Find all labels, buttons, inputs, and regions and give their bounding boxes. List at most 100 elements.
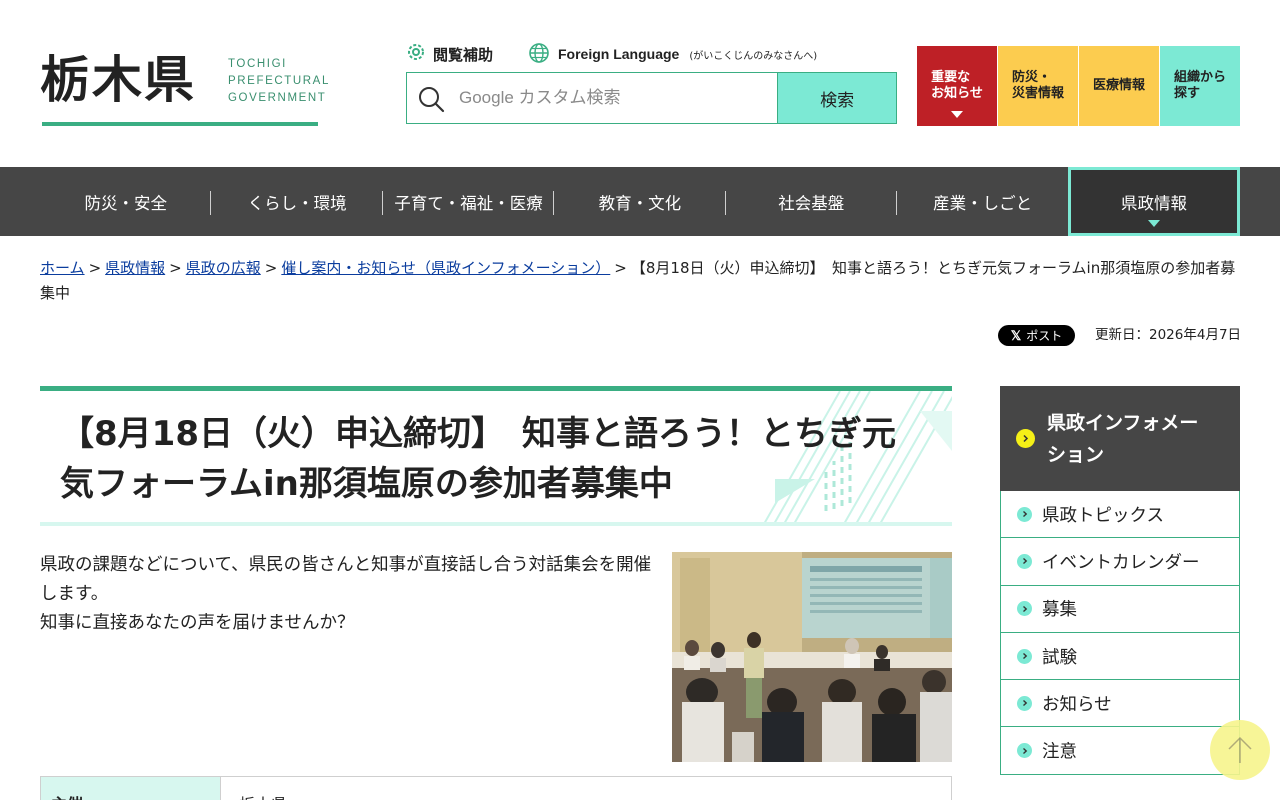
global-nav-list: 防災・安全 くらし・環境 子育て・福祉・医療 教育・文化 社会基盤 産業・しごと… (40, 167, 1240, 236)
logo-underline (42, 122, 318, 126)
search-input[interactable] (407, 73, 778, 123)
intro-paragraph-1: 県政の課題などについて、県民の皆さんと知事が直接話し合う対話集会を開催します。 (40, 555, 652, 604)
quick-link-label: 重要な お知らせ (931, 70, 983, 102)
quick-link-line1: 組織から (1173, 70, 1226, 85)
nav-item-childcare-welfare[interactable]: 子育て・福祉・医療 (383, 167, 555, 236)
side-nav-item-warnings[interactable]: 注意 (1000, 727, 1240, 775)
search-box (407, 73, 778, 123)
nav-item-disaster-safety[interactable]: 防災・安全 (40, 167, 212, 236)
gear-icon (405, 41, 427, 67)
page-title-block: 【8月18日（火）申込締切】 知事と語ろう！とちぎ元気フォーラムin那須塩原の参… (40, 386, 952, 526)
quick-link-line2: お知らせ (931, 86, 983, 101)
breadcrumb-separator: > (169, 259, 182, 277)
quick-link-line1: 防災・ (1011, 70, 1051, 85)
search-button[interactable]: 検索 (777, 73, 896, 123)
x-logo-icon: 𝕏 (1010, 327, 1022, 343)
accessibility-link[interactable]: 閲覧補助 (405, 42, 493, 66)
quick-links: 重要な お知らせ 防災・ 災害情報 医療情報 組織から 探す (917, 46, 1240, 126)
side-nav-item-label: 注意 (1042, 742, 1077, 763)
info-table: 主催 栃木県 (40, 776, 952, 800)
nav-item-label: 社会基盤 (778, 193, 845, 213)
forum-photo-image (672, 552, 952, 762)
side-nav-item-label: 募集 (1042, 600, 1077, 621)
intro-text: 県政の課題などについて、県民の皆さんと知事が直接話し合う対話集会を開催します。 … (40, 551, 660, 638)
quick-link-line1: 重要な (931, 70, 971, 85)
back-to-top-button[interactable] (1210, 720, 1270, 780)
side-nav-item-recruitment[interactable]: 募集 (1000, 585, 1240, 633)
nav-item-label: 子育て・福祉・医療 (394, 193, 543, 213)
title-bottom-rule (40, 522, 952, 526)
updated-date: 更新日：2026年4月7日 (1095, 327, 1242, 343)
logo-en-line3: GOVERNMENT (228, 92, 327, 104)
x-post-label: ポスト (1026, 329, 1063, 343)
quick-link-by-organization[interactable]: 組織から 探す (1160, 46, 1240, 126)
chevron-right-icon (1017, 648, 1032, 664)
quick-link-label: 組織から 探す (1174, 70, 1226, 102)
chevron-right-icon (1017, 553, 1032, 569)
nav-item-label: 防災・安全 (84, 193, 167, 213)
side-nav-item-topics[interactable]: 県政トピックス (1000, 491, 1240, 539)
site-logo[interactable]: 栃木県 TOCHIGI PREFECTURAL GOVERNMENT (40, 50, 328, 128)
chevron-down-icon (951, 111, 963, 118)
side-nav-header[interactable]: 県政インフォメーション (1000, 386, 1240, 491)
x-post-button[interactable]: 𝕏 ポスト (998, 325, 1075, 346)
page-title: 【8月18日（火）申込締切】 知事と語ろう！とちぎ元気フォーラムin那須塩原の参… (60, 414, 896, 504)
nav-item-prefectural-info[interactable]: 県政情報 (1068, 167, 1240, 236)
breadcrumb-link-public-relations[interactable]: 県政の広報 (186, 259, 261, 277)
intro-paragraph-2: 知事に直接あなたの声を届けませんか？ (40, 613, 355, 633)
logo-kanji: 栃木県 (40, 50, 196, 109)
breadcrumb-link-events-notices[interactable]: 催し案内・お知らせ（県政インフォメーション） (281, 259, 610, 277)
foreign-language-label: Foreign Language (558, 46, 680, 62)
side-nav-item-event-calendar[interactable]: イベントカレンダー (1000, 538, 1240, 586)
logo-en-line1: TOCHIGI (228, 58, 287, 70)
side-nav-title: 県政インフォメーション (1047, 411, 1199, 466)
chevron-right-icon (1017, 506, 1032, 522)
foreign-language-sub: (がいこくじんのみなさんへ) (689, 50, 818, 62)
side-nav-item-label: 県政トピックス (1042, 505, 1164, 526)
nav-item-label: 県政情報 (1121, 193, 1188, 213)
chevron-right-icon (1016, 429, 1035, 448)
chevron-right-icon (1017, 695, 1032, 711)
search-form: 検索 (406, 72, 897, 124)
quick-link-label: 防災・ 災害情報 (1012, 70, 1064, 102)
foreign-language-link[interactable]: Foreign Language (がいこくじんのみなさんへ) (528, 42, 817, 66)
table-cell-organizer: 栃木県 (221, 777, 951, 800)
nav-item-label: くらし・環境 (247, 193, 347, 213)
breadcrumb: ホーム > 県政情報 > 県政の広報 > 催し案内・お知らせ（県政インフォメーション） > 【8… (40, 256, 1240, 306)
quick-link-line2: 探す (1173, 86, 1200, 101)
chevron-right-icon (1017, 601, 1032, 617)
side-nav-item-label: お知らせ (1042, 694, 1112, 715)
side-nav-item-notices[interactable]: お知らせ (1000, 680, 1240, 728)
side-nav: 県政インフォメーション 県政トピックス イベントカレンダー 募集 試験 お知らせ… (1000, 386, 1240, 775)
logo-english: TOCHIGI PREFECTURAL GOVERNMENT (228, 56, 330, 107)
breadcrumb-separator: > (88, 259, 102, 277)
nav-item-infrastructure[interactable]: 社会基盤 (726, 167, 897, 236)
nav-item-label: 教育・文化 (598, 193, 682, 213)
quick-link-line2: 災害情報 (1011, 86, 1064, 101)
quick-link-medical-info[interactable]: 医療情報 (1079, 46, 1159, 126)
quick-link-label: 医療情報 (1092, 78, 1145, 93)
breadcrumb-link-prefectural-info[interactable]: 県政情報 (105, 259, 165, 277)
search-icon (417, 85, 445, 117)
chevron-right-icon (1017, 743, 1032, 759)
logo-en-line2: PREFECTURAL (228, 75, 330, 87)
forum-photo (672, 552, 952, 762)
breadcrumb-separator: > (264, 259, 278, 277)
nav-item-education-culture[interactable]: 教育・文化 (554, 167, 726, 236)
nav-item-label: 産業・しごと (933, 193, 1033, 213)
arrow-up-icon (1228, 736, 1252, 763)
nav-item-industry-work[interactable]: 産業・しごと (897, 167, 1068, 236)
breadcrumb-separator: > (614, 259, 627, 277)
chevron-down-icon (1148, 220, 1161, 227)
quick-link-disaster-info[interactable]: 防災・ 災害情報 (998, 46, 1078, 126)
quick-link-important-notice[interactable]: 重要な お知らせ (917, 46, 997, 126)
nav-item-life-environment[interactable]: くらし・環境 (211, 167, 383, 236)
accessibility-label: 閲覧補助 (433, 45, 494, 64)
table-header-organizer: 主催 (41, 777, 221, 800)
global-nav: 防災・安全 くらし・環境 子育て・福祉・医療 教育・文化 社会基盤 産業・しごと… (0, 167, 1280, 236)
breadcrumb-link-home[interactable]: ホーム (40, 259, 85, 277)
side-nav-item-label: 試験 (1042, 647, 1077, 668)
side-nav-item-exams[interactable]: 試験 (1000, 632, 1240, 681)
globe-icon (528, 42, 550, 67)
side-nav-item-label: イベントカレンダー (1042, 552, 1200, 573)
